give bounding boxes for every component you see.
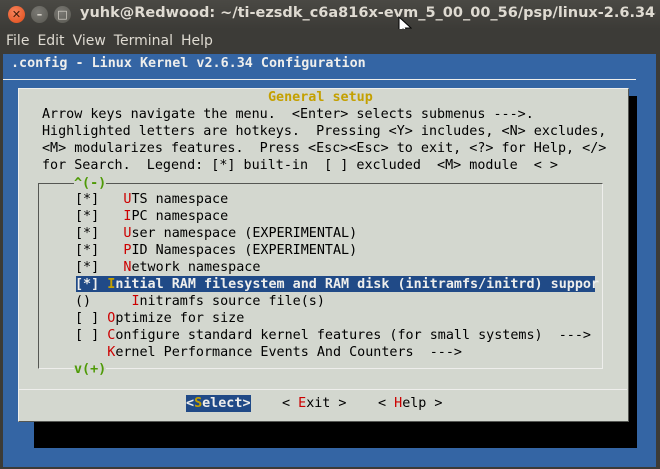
menu-item[interactable]: [*] UTS namespace (75, 191, 228, 208)
minimize-window-button[interactable]: – (31, 6, 48, 23)
menu-item[interactable]: [ ] Configure standard kernel features (… (75, 327, 591, 344)
menu-item[interactable]: [*] Network namespace (75, 259, 260, 276)
help-line-2: Highlighted letters are hotkeys. Pressin… (42, 124, 607, 139)
maximize-icon: □ (57, 8, 68, 21)
menu-item[interactable]: [*] User namespace (EXPERIMENTAL) (75, 225, 357, 242)
scroll-down-indicator: v(+) (74, 361, 107, 378)
button-row-divider (19, 389, 627, 390)
scroll-up-indicator: ^(-) (74, 175, 107, 192)
maximize-window-button[interactable]: □ (54, 6, 71, 23)
dialog-shadow-bottom (34, 422, 637, 448)
title-bar: ✕ – □ yuhk@Redwood: ~/ti-ezsdk_c6a816x-e… (0, 0, 660, 37)
menu-item[interactable]: [*] IPC namespace (75, 208, 228, 225)
header-divider (3, 79, 636, 80)
menu-item[interactable]: [*] PID Namespaces (EXPERIMENTAL) (75, 242, 357, 259)
window-title: yuhk@Redwood: ~/ti-ezsdk_c6a816x-evm_5_0… (80, 5, 656, 21)
menu-view[interactable]: View (69, 33, 110, 49)
select-button[interactable]: <Select> (186, 395, 251, 412)
menu-item[interactable]: [ ] Optimize for size (75, 310, 244, 327)
menu-item[interactable]: Kernel Performance Events And Counters -… (75, 344, 462, 361)
config-header: .config - Linux Kernel v2.6.34 Configura… (11, 56, 366, 71)
help-button[interactable]: < Help > (378, 395, 443, 412)
dialog-shadow-right (629, 96, 637, 430)
help-line-4: for Search. Legend: [*] built-in [ ] exc… (42, 158, 558, 173)
menu-file[interactable]: File (2, 33, 33, 49)
exit-button[interactable]: < Exit > (282, 395, 347, 412)
minimize-icon: – (36, 8, 43, 21)
help-line-3: <M> modularizes features. Press <Esc><Es… (42, 141, 607, 156)
menu-edit[interactable]: Edit (33, 33, 68, 49)
dialog-title: General setup (265, 89, 376, 106)
help-line-1: Arrow keys navigate the menu. <Enter> se… (42, 107, 534, 122)
menu-terminal[interactable]: Terminal (110, 33, 177, 49)
menu-item-selected[interactable]: [*] Initial RAM filesystem and RAM disk … (75, 276, 599, 293)
menu-item[interactable]: () Initramfs source file(s) (75, 293, 325, 310)
close-icon: ✕ (11, 8, 22, 21)
terminal-area[interactable]: .config - Linux Kernel v2.6.34 Configura… (3, 54, 656, 467)
close-window-button[interactable]: ✕ (8, 6, 25, 23)
menu-help[interactable]: Help (177, 33, 217, 49)
menu-bar: File Edit View Terminal Help (0, 29, 660, 53)
